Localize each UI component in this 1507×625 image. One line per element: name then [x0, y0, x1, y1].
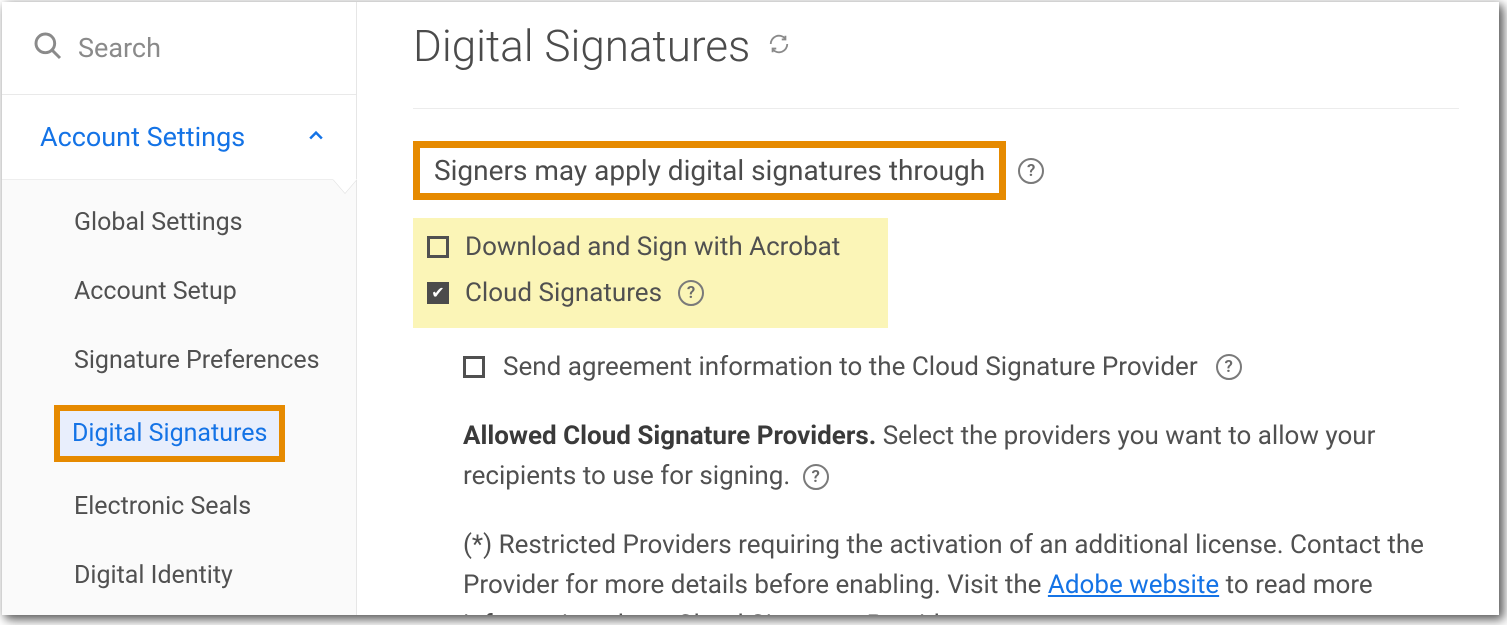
- allowed-providers-text: Allowed Cloud Signature Providers. Selec…: [463, 416, 1459, 497]
- app-frame: Search Account Settings Global Settings …: [2, 2, 1499, 615]
- option-send-agreement-info[interactable]: Send agreement information to the Cloud …: [463, 346, 1459, 388]
- signers-section: Signers may apply digital signatures thr…: [413, 109, 1459, 615]
- sidebar-item-global-settings[interactable]: Global Settings: [2, 188, 356, 257]
- sidebar-item-electronic-seals[interactable]: Electronic Seals: [2, 472, 356, 541]
- refresh-icon[interactable]: [768, 33, 790, 59]
- help-icon[interactable]: ?: [1018, 158, 1044, 184]
- search-placeholder: Search: [78, 32, 161, 64]
- sidebar-item-label: Digital Signatures: [54, 405, 285, 462]
- section-heading-row: Signers may apply digital signatures thr…: [413, 141, 1459, 200]
- page-title-row: Digital Signatures: [413, 2, 1459, 109]
- option-download-acrobat[interactable]: Download and Sign with Acrobat: [427, 224, 840, 270]
- sidebar-item-digital-identity[interactable]: Digital Identity: [2, 541, 356, 610]
- main-content: Digital Signatures Signers may apply dig…: [357, 2, 1499, 615]
- checkbox-unchecked-icon[interactable]: [427, 236, 449, 258]
- checkbox-checked-icon[interactable]: ✔: [427, 282, 449, 304]
- sidebar-section-account-settings[interactable]: Account Settings: [2, 95, 356, 180]
- option-label: Download and Sign with Acrobat: [465, 232, 840, 262]
- cloud-sub-options: Send agreement information to the Cloud …: [463, 346, 1459, 615]
- option-label: Cloud Signatures: [465, 278, 662, 308]
- chevron-up-icon: [306, 121, 326, 153]
- sidebar-item-digital-signatures[interactable]: Digital Signatures: [2, 395, 356, 472]
- options-highlight-block: Download and Sign with Acrobat ✔ Cloud S…: [413, 218, 888, 328]
- allowed-providers-heading: Allowed Cloud Signature Providers.: [463, 421, 876, 451]
- sidebar-section-label: Account Settings: [40, 121, 245, 153]
- help-icon[interactable]: ?: [803, 464, 829, 490]
- sidebar-nav: Global Settings Account Setup Signature …: [2, 180, 356, 615]
- option-cloud-signatures[interactable]: ✔ Cloud Signatures ?: [427, 270, 840, 316]
- adobe-website-link[interactable]: Adobe website: [1048, 570, 1219, 600]
- sidebar-item-account-setup[interactable]: Account Setup: [2, 257, 356, 326]
- sidebar: Search Account Settings Global Settings …: [2, 2, 357, 615]
- sidebar-item-signature-preferences[interactable]: Signature Preferences: [2, 326, 356, 395]
- option-label: Send agreement information to the Cloud …: [503, 352, 1198, 382]
- help-icon[interactable]: ?: [678, 280, 704, 306]
- restricted-providers-text: (*) Restricted Providers requiring the a…: [463, 525, 1459, 615]
- search-row[interactable]: Search: [2, 2, 356, 95]
- search-icon: [32, 30, 64, 66]
- checkbox-unchecked-icon[interactable]: [463, 356, 485, 378]
- help-icon[interactable]: ?: [1216, 354, 1242, 380]
- section-heading: Signers may apply digital signatures thr…: [413, 141, 1006, 200]
- page-title: Digital Signatures: [413, 20, 750, 72]
